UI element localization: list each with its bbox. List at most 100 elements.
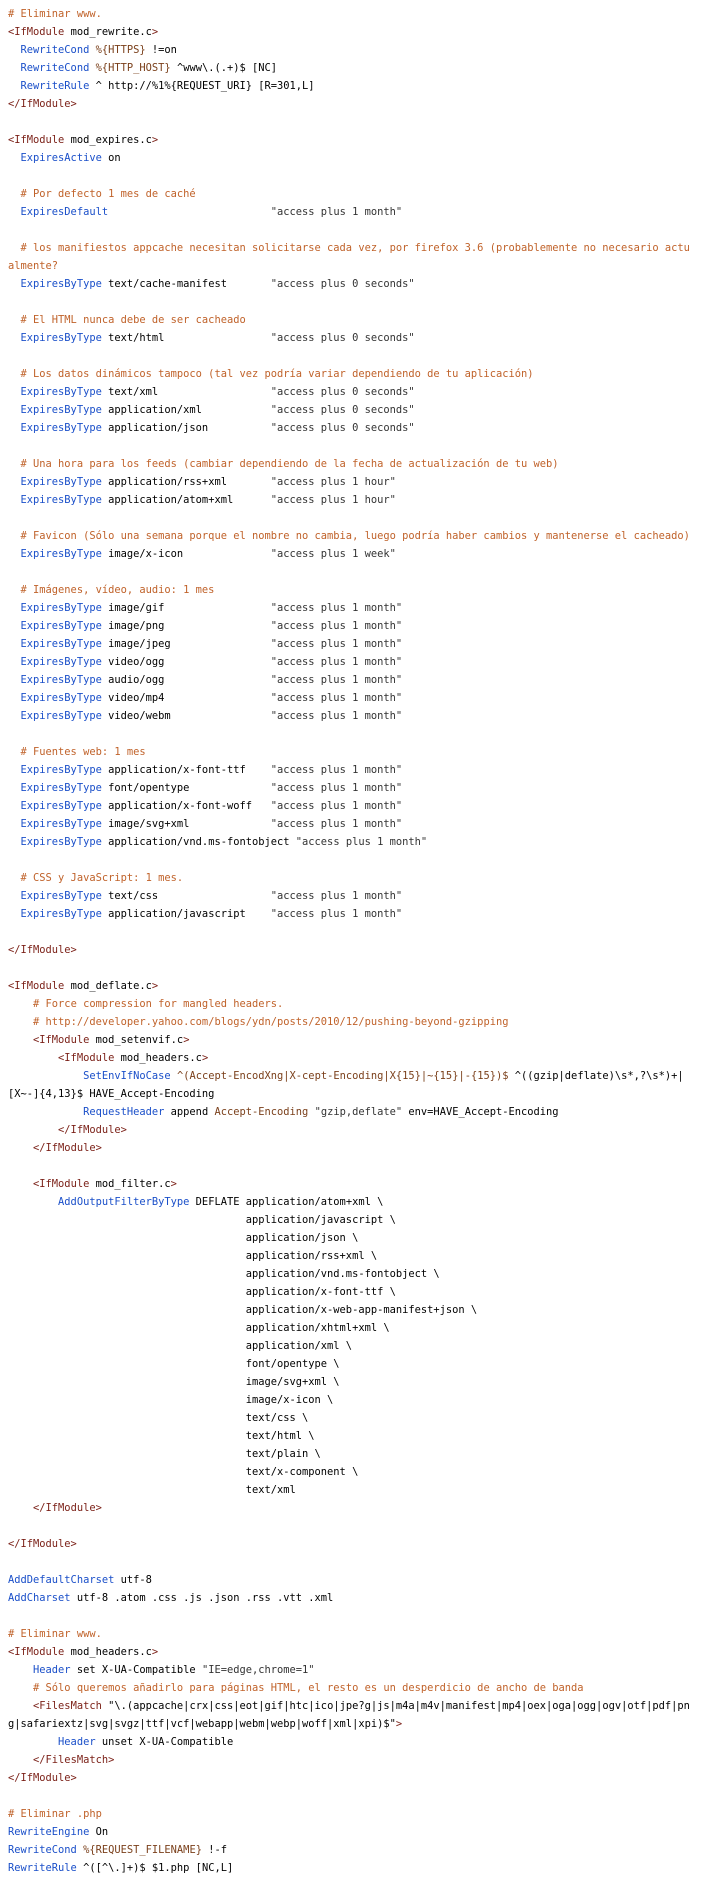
code-line: # Los datos dinámicos tampoco (tal vez p… xyxy=(8,365,690,383)
code-token: </IfModule> xyxy=(33,1142,102,1154)
code-token: ^ http://%1%{REQUEST_URI} [R=301,L] xyxy=(89,80,315,92)
code-line: # los manifiestos appcache necesitan sol… xyxy=(8,239,690,275)
code-token: Header xyxy=(33,1664,71,1676)
code-token: %{REQUEST_FILENAME} xyxy=(83,1844,202,1856)
code-line: AddCharset utf-8 .atom .css .js .json .r… xyxy=(8,1589,690,1607)
code-token: application/x-web-app-manifest+json \ xyxy=(8,1304,478,1316)
code-token: # CSS y JavaScript: 1 mes. xyxy=(20,872,184,884)
code-token: application/vnd.ms-fontobject \ xyxy=(8,1268,440,1280)
code-line: ExpiresByType application/atom+xml "acce… xyxy=(8,491,690,509)
code-line: application/json \ xyxy=(8,1229,690,1247)
code-line: </IfModule> xyxy=(8,1499,690,1517)
code-token: ExpiresByType xyxy=(20,278,102,290)
code-line: Header unset X-UA-Compatible xyxy=(8,1733,690,1751)
code-line: RewriteCond %{REQUEST_FILENAME} !-f xyxy=(8,1841,690,1859)
code-token: "access plus 1 month" xyxy=(270,800,403,812)
code-token: RewriteCond xyxy=(20,62,90,74)
code-token: image/png xyxy=(101,620,271,632)
code-token: AddDefaultCharset xyxy=(8,1574,115,1586)
code-token: "access plus 1 month" xyxy=(270,818,403,830)
code-token: !=on xyxy=(145,44,177,56)
code-token: application/xml \ xyxy=(8,1340,353,1352)
code-token: ^(Accept-EncodXng|X-cept-Encoding|X{15}|… xyxy=(176,1070,509,1082)
code-line: </IfModule> xyxy=(8,941,690,959)
code-token: text/html xyxy=(101,332,271,344)
code-line: font/opentype \ xyxy=(8,1355,690,1373)
code-token: Accept-Encoding xyxy=(214,1106,309,1118)
code-line: <IfModule mod_expires.c> xyxy=(8,131,690,149)
code-line: ExpiresByType application/javascript "ac… xyxy=(8,905,690,923)
code-token: # Eliminar www. xyxy=(8,8,102,20)
code-line: ExpiresByType application/x-font-ttf "ac… xyxy=(8,761,690,779)
code-token: mod_deflate.c xyxy=(64,980,152,992)
code-line: ExpiresByType video/ogg "access plus 1 m… xyxy=(8,653,690,671)
code-token: </IfModule> xyxy=(8,1538,77,1550)
code-token: application/x-font-ttf \ xyxy=(8,1286,396,1298)
code-line: # Force compression for mangled headers. xyxy=(8,995,690,1013)
code-token: > xyxy=(183,1034,190,1046)
code-token: <IfModule xyxy=(8,134,65,146)
code-token: # Por defecto 1 mes de caché xyxy=(20,188,196,200)
code-token: ExpiresActive xyxy=(20,152,102,164)
code-token: ExpiresByType xyxy=(20,476,102,488)
code-line: ExpiresByType image/svg+xml "access plus… xyxy=(8,815,690,833)
code-token: image/gif xyxy=(101,602,271,614)
code-line: # Una hora para los feeds (cambiar depen… xyxy=(8,455,690,473)
code-token: <IfModule xyxy=(33,1034,90,1046)
code-token: </IfModule> xyxy=(8,98,77,110)
code-token: ExpiresByType xyxy=(20,602,102,614)
code-token: "access plus 0 seconds" xyxy=(270,404,415,416)
code-line: ExpiresByType application/json "access p… xyxy=(8,419,690,437)
code-line: # Imágenes, vídeo, audio: 1 mes xyxy=(8,581,690,599)
code-token: audio/ogg xyxy=(101,674,271,686)
code-line: ExpiresByType text/html "access plus 0 s… xyxy=(8,329,690,347)
code-token: text/css \ xyxy=(8,1412,309,1424)
code-token: # Eliminar .php xyxy=(8,1808,102,1820)
code-token: application/atom+xml xyxy=(101,494,271,506)
code-line: RewriteCond %{HTTP_HOST} ^www\.(.+)$ [NC… xyxy=(8,59,690,77)
code-token: </FilesMatch> xyxy=(33,1754,115,1766)
code-token: env=HAVE_Accept-Encoding xyxy=(402,1106,559,1118)
code-token: mod_expires.c xyxy=(64,134,152,146)
code-token: # Imágenes, vídeo, audio: 1 mes xyxy=(20,584,215,596)
code-token: > xyxy=(170,1178,177,1190)
code-token: "access plus 1 month" xyxy=(270,674,403,686)
code-token: <IfModule xyxy=(33,1178,90,1190)
code-token: "gzip,deflate" xyxy=(314,1106,403,1118)
code-token: "access plus 0 seconds" xyxy=(270,386,415,398)
code-token: "access plus 1 week" xyxy=(270,548,396,560)
code-line: ExpiresByType image/png "access plus 1 m… xyxy=(8,617,690,635)
code-line: ExpiresByType video/webm "access plus 1 … xyxy=(8,707,690,725)
code-token: text/x-component \ xyxy=(8,1466,359,1478)
code-token: "access plus 0 seconds" xyxy=(270,278,415,290)
code-token: application/x-font-woff xyxy=(101,800,271,812)
code-line: RewriteEngine On xyxy=(8,1823,690,1841)
code-token: AddCharset xyxy=(8,1592,71,1604)
code-line: </IfModule> xyxy=(8,95,690,113)
code-token: # El HTML nunca debe de ser cacheado xyxy=(20,314,246,326)
code-line: <IfModule mod_rewrite.c> xyxy=(8,23,690,41)
code-token: "access plus 1 month" xyxy=(270,602,403,614)
code-token: mod_setenvif.c xyxy=(89,1034,184,1046)
code-line: application/xml \ xyxy=(8,1337,690,1355)
